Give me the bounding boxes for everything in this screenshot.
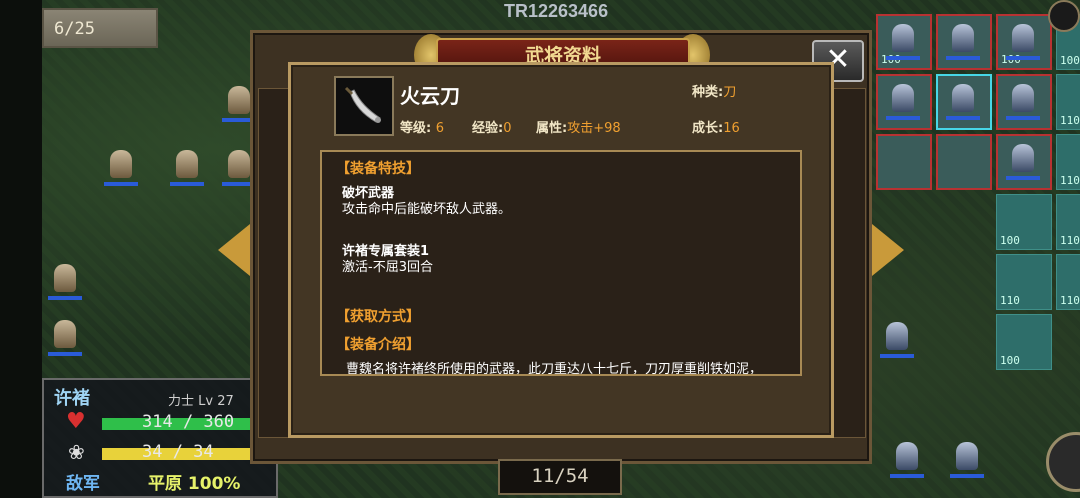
item-level-label: 等级:: [400, 121, 432, 136]
unit-name: 许褚: [54, 388, 90, 409]
map-tile[interactable]: 110: [1056, 134, 1080, 190]
ally-unit[interactable]: [48, 262, 82, 300]
enemy-unit[interactable]: [880, 320, 914, 358]
item-type: 种类:刀: [692, 81, 736, 100]
broadsword-icon: [344, 86, 381, 123]
item-attribute: 属性:攻击+98: [536, 117, 621, 136]
equipment-details-panel[interactable]: 【装备特技】 破坏武器 攻击命中后能破坏敌人武器。 许褚专属套装1 激活-不屈3…: [320, 150, 802, 376]
enemy-unit[interactable]: [890, 440, 924, 478]
dialog-side-panel: [832, 88, 866, 438]
mp-value: 34 / 34: [142, 442, 214, 462]
unit-side: 敌军: [66, 474, 100, 494]
ally-unit[interactable]: [48, 318, 82, 356]
skill-description: 激活-不屈3回合: [342, 260, 433, 275]
item-type-value: 刀: [723, 85, 737, 100]
item-growth: 成长:16: [692, 117, 740, 136]
item-exp: 经验:0: [472, 117, 511, 136]
game-id: TR12263466: [504, 1, 609, 21]
menu-button[interactable]: [1048, 0, 1080, 32]
enemy-unit[interactable]: [1006, 82, 1040, 120]
enemy-unit[interactable]: [950, 440, 984, 478]
item-exp-value: 0: [503, 121, 512, 136]
item-type-label: 种类:: [692, 85, 724, 100]
map-tile[interactable]: 110: [1056, 194, 1080, 250]
map-tile[interactable]: [936, 134, 992, 190]
item-name: 火云刀: [400, 84, 460, 108]
obtain-header: 【获取方式】: [336, 309, 420, 325]
map-tile[interactable]: 110: [1056, 74, 1080, 130]
hp-value: 314 / 360: [142, 412, 235, 432]
ally-unit[interactable]: [104, 148, 138, 186]
map-tile[interactable]: 100: [996, 314, 1052, 370]
item-exp-label: 经验:: [472, 121, 504, 136]
skills-header: 【装备特技】: [336, 161, 420, 177]
item-attribute-value: 攻击+98: [567, 121, 621, 136]
enemy-unit[interactable]: [1006, 22, 1040, 60]
map-tile[interactable]: 110: [1056, 254, 1080, 310]
item-attribute-label: 属性:: [536, 121, 568, 136]
enemy-unit[interactable]: [886, 22, 920, 60]
ally-unit[interactable]: [170, 148, 204, 186]
item-growth-value: 16: [723, 121, 740, 136]
map-tile[interactable]: 110: [996, 254, 1052, 310]
screen-edge: [0, 0, 42, 498]
map-tile[interactable]: 100: [996, 194, 1052, 250]
next-arrow-icon[interactable]: [872, 224, 904, 276]
skill-description: 攻击命中后能破坏敌人武器。: [342, 202, 512, 217]
item-level: 等级: 6: [400, 117, 444, 136]
unit-status-panel: 许褚 力士 Lv 27 ♥ 314 / 360 ❀ 34 / 34 敌军 平原 …: [42, 378, 278, 498]
terrain-info: 平原 100%: [148, 474, 241, 494]
enemy-unit[interactable]: [886, 82, 920, 120]
turn-counter: 6/25: [42, 8, 158, 48]
page-indicator: 11/54: [498, 459, 622, 495]
map-tile[interactable]: [876, 134, 932, 190]
heart-icon: ♥: [66, 409, 86, 434]
dialog-side-panel: [258, 88, 292, 438]
enemy-unit[interactable]: [946, 22, 980, 60]
item-growth-label: 成长:: [692, 121, 724, 136]
intro-text: 曹魏名将许褚终所使用的武器，此刀重达八十七斤，刀刃厚重削铁如泥，: [346, 362, 763, 376]
item-level-value: 6: [435, 121, 445, 136]
item-icon-slot: [334, 76, 394, 136]
enemy-unit[interactable]: [1006, 142, 1040, 180]
intro-header: 【装备介绍】: [336, 337, 420, 353]
feather-icon: ❀: [68, 440, 85, 464]
prev-arrow-icon[interactable]: [218, 224, 250, 276]
unit-class-level: 力士 Lv 27: [168, 394, 234, 409]
enemy-unit[interactable]: [946, 82, 980, 120]
